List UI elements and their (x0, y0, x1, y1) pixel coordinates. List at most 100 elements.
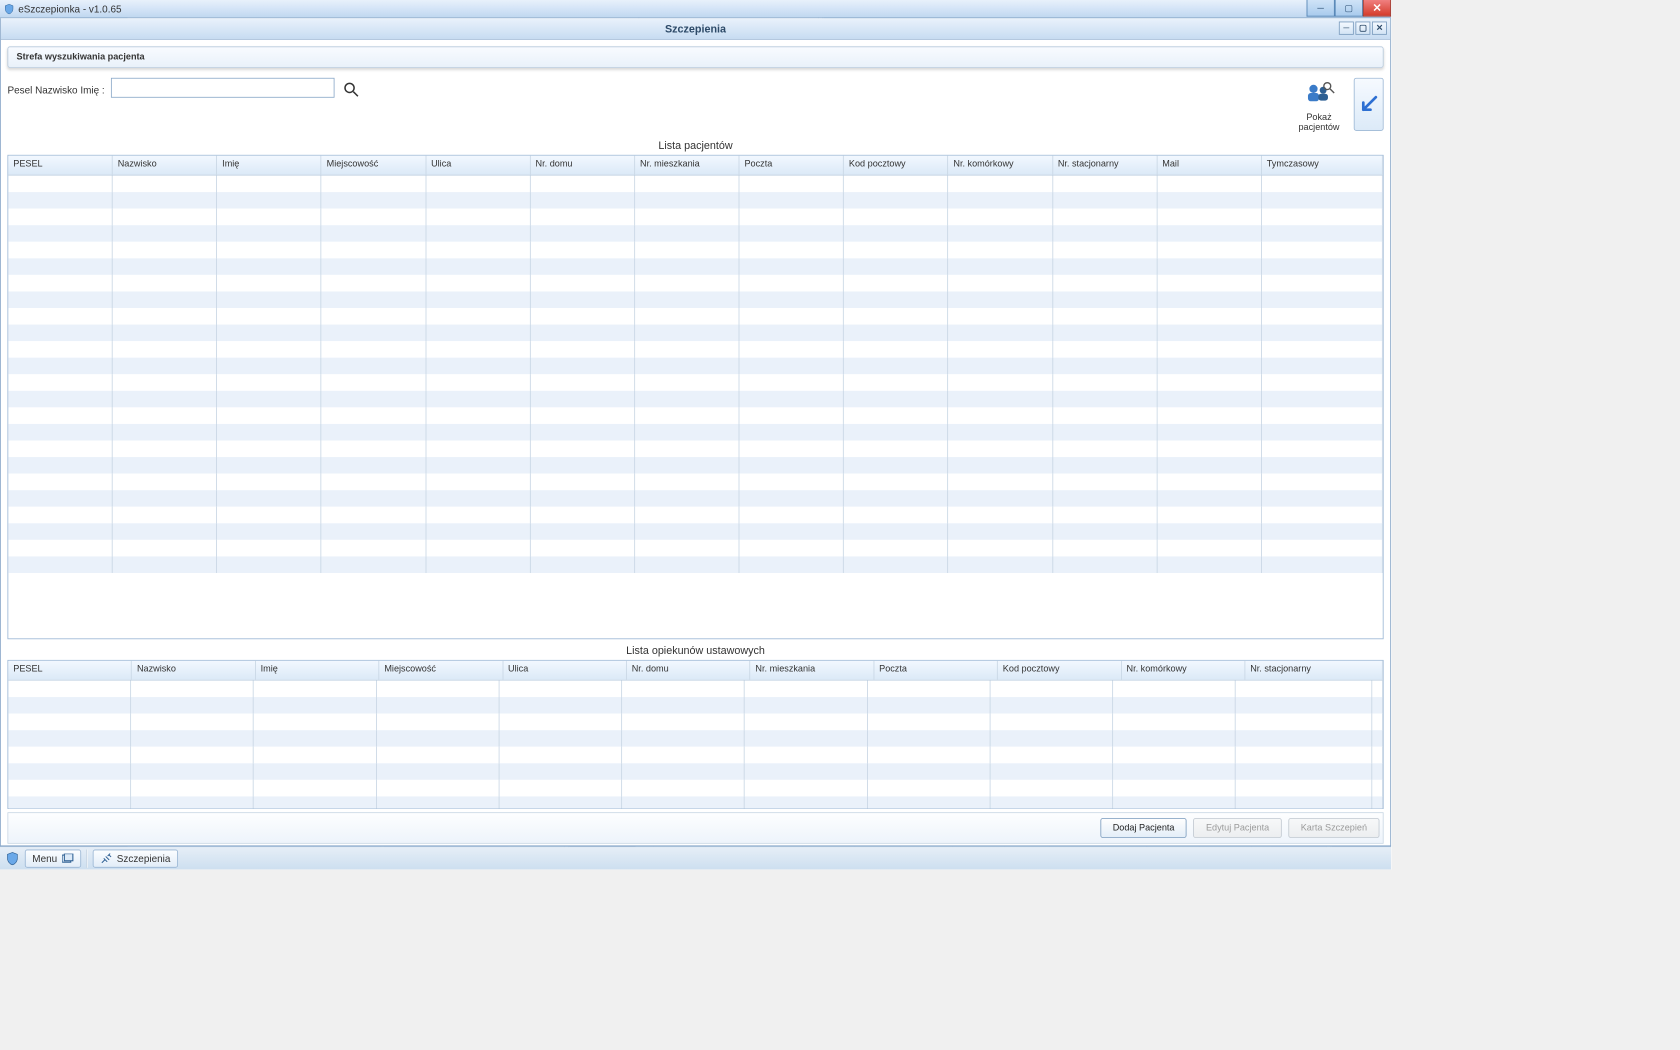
table-cell (322, 391, 426, 408)
col-header[interactable]: Mail (1157, 156, 1261, 175)
table-row[interactable] (8, 192, 1382, 209)
collapse-arrow-button[interactable] (1354, 78, 1384, 131)
inner-maximize-button[interactable]: ▢ (1355, 22, 1370, 35)
col-header[interactable]: Nr. mieszkania (750, 661, 874, 680)
table-row[interactable] (8, 763, 1382, 780)
col-header[interactable]: Miejscowość (379, 661, 503, 680)
patients-grid: PESEL Nazwisko Imię Miejscowość Ulica Nr… (7, 155, 1383, 639)
table-cell (499, 730, 622, 747)
task-szczepienia[interactable]: Szczepienia (93, 849, 178, 867)
col-header[interactable]: Nr. domu (627, 661, 751, 680)
col-header[interactable]: Kod pocztowy (998, 661, 1122, 680)
col-header[interactable]: Nazwisko (113, 156, 217, 175)
table-cell (113, 440, 217, 457)
col-header[interactable]: Nr. mieszkania (635, 156, 739, 175)
add-patient-button[interactable]: Dodaj Pacjenta (1100, 818, 1187, 838)
table-cell (426, 474, 530, 491)
table-cell (1053, 507, 1157, 524)
table-cell (844, 308, 948, 325)
table-cell (426, 192, 530, 209)
col-header[interactable]: Imię (217, 156, 321, 175)
col-header[interactable]: Poczta (739, 156, 843, 175)
table-row[interactable] (8, 714, 1382, 731)
inner-minimize-button[interactable]: ─ (1339, 22, 1354, 35)
col-header[interactable]: Imię (256, 661, 380, 680)
table-cell (1053, 391, 1157, 408)
col-header[interactable]: Kod pocztowy (844, 156, 948, 175)
menu-button[interactable]: Menu (25, 849, 81, 867)
table-row[interactable] (8, 225, 1382, 242)
inner-close-button[interactable]: ✕ (1372, 22, 1387, 35)
table-row[interactable] (8, 523, 1382, 540)
table-row[interactable] (8, 358, 1382, 375)
col-header[interactable]: Nr. stacjonarny (1245, 661, 1382, 680)
table-row[interactable] (8, 730, 1382, 747)
col-header[interactable]: Ulica (503, 661, 627, 680)
table-row[interactable] (8, 275, 1382, 292)
table-row[interactable] (8, 797, 1382, 809)
menu-label: Menu (32, 852, 57, 864)
table-row[interactable] (8, 457, 1382, 474)
table-cell (1236, 763, 1372, 780)
table-row[interactable] (8, 440, 1382, 457)
table-row[interactable] (8, 780, 1382, 797)
table-row[interactable] (8, 209, 1382, 226)
table-row[interactable] (8, 374, 1382, 391)
table-row[interactable] (8, 540, 1382, 557)
window-close-button[interactable]: ✕ (1363, 0, 1391, 17)
table-cell (254, 697, 377, 714)
table-row[interactable] (8, 697, 1382, 714)
col-header[interactable]: Nr. stacjonarny (1053, 156, 1157, 175)
table-row[interactable] (8, 308, 1382, 325)
table-cell (1157, 358, 1261, 375)
col-header[interactable]: Poczta (874, 661, 998, 680)
table-cell (990, 797, 1113, 809)
table-row[interactable] (8, 556, 1382, 573)
table-cell (1157, 474, 1261, 491)
table-row[interactable] (8, 490, 1382, 507)
table-cell (1262, 440, 1383, 457)
table-cell (254, 763, 377, 780)
table-cell (635, 407, 739, 424)
table-row[interactable] (8, 242, 1382, 259)
table-row[interactable] (8, 747, 1382, 764)
col-header[interactable]: Nr. domu (531, 156, 635, 175)
show-patients-button[interactable]: Pokaż pacjentów (1289, 78, 1349, 133)
patients-grid-body[interactable] (8, 176, 1382, 639)
table-row[interactable] (8, 258, 1382, 275)
col-header[interactable]: Nazwisko (132, 661, 256, 680)
col-header[interactable]: Miejscowość (322, 156, 426, 175)
table-row[interactable] (8, 424, 1382, 441)
table-row[interactable] (8, 681, 1382, 698)
table-cell (739, 275, 843, 292)
table-row[interactable] (8, 391, 1382, 408)
search-button[interactable] (341, 79, 361, 99)
table-row[interactable] (8, 291, 1382, 308)
table-cell (1053, 209, 1157, 226)
guardians-grid-body[interactable] (8, 681, 1382, 809)
table-cell (635, 440, 739, 457)
table-row[interactable] (8, 507, 1382, 524)
table-row[interactable] (8, 474, 1382, 491)
table-cell (1157, 424, 1261, 441)
col-header[interactable]: PESEL (8, 156, 112, 175)
table-cell (739, 490, 843, 507)
col-header[interactable]: Tymczasowy (1262, 156, 1383, 175)
col-header[interactable]: Nr. komórkowy (1122, 661, 1246, 680)
table-cell (948, 308, 1052, 325)
table-row[interactable] (8, 176, 1382, 193)
table-cell (844, 391, 948, 408)
window-maximize-button[interactable]: ▢ (1335, 0, 1363, 17)
table-row[interactable] (8, 407, 1382, 424)
table-cell (844, 374, 948, 391)
table-cell (948, 225, 1052, 242)
table-row[interactable] (8, 325, 1382, 342)
table-cell (8, 308, 112, 325)
window-minimize-button[interactable]: ─ (1307, 0, 1335, 17)
col-header[interactable]: PESEL (8, 661, 132, 680)
table-cell (8, 424, 112, 441)
col-header[interactable]: Ulica (426, 156, 530, 175)
search-input[interactable] (111, 78, 335, 98)
col-header[interactable]: Nr. komórkowy (948, 156, 1052, 175)
table-row[interactable] (8, 341, 1382, 358)
